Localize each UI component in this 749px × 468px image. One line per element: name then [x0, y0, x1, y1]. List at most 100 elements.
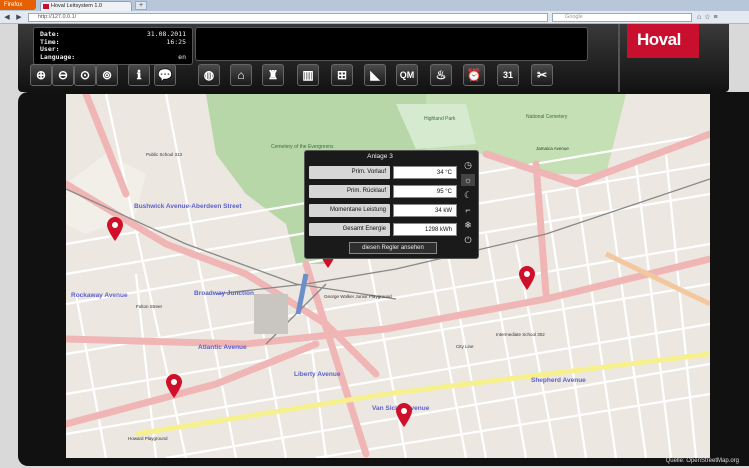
info-button[interactable]: ℹ: [128, 64, 150, 86]
stamp-icon: ♜: [267, 68, 279, 82]
settings-tools-icon: ✂: [536, 68, 548, 82]
new-tab-button[interactable]: +: [135, 1, 147, 10]
globe-button[interactable]: ◍: [198, 64, 220, 86]
popup-row-gesamt-energie: Gesamt Energie 1298 kWh: [309, 223, 459, 236]
bar-chart-button[interactable]: ▥: [297, 64, 319, 86]
map-label-shepherd: Shepherd Avenue: [531, 377, 586, 384]
chat-icon: 💬: [157, 68, 173, 82]
moon-icon[interactable]: ☾: [461, 189, 475, 201]
zoom-out-button[interactable]: ⊖: [52, 64, 74, 86]
map-label-broadway-junction: Broadway Junction: [194, 290, 254, 297]
menu-icon[interactable]: ≡: [714, 14, 721, 21]
tap-icon[interactable]: ⌐: [461, 204, 475, 216]
calendar-button[interactable]: 31: [497, 64, 519, 86]
network-button[interactable]: ⊞: [331, 64, 353, 86]
zoom-out-icon: ⊖: [57, 68, 69, 82]
plant-info-popup: Anlage 3 Prim. Vorlauf 34 °C Prim. Rückl…: [304, 150, 479, 259]
qm-icon: QM: [399, 70, 415, 80]
info-label: Language:: [40, 52, 76, 61]
zoom-reset-button[interactable]: ⊚: [96, 64, 118, 86]
map-label-george-walker: George Walker Junior Playground: [324, 294, 392, 299]
clock-icon[interactable]: ◷: [461, 159, 475, 171]
qm-button[interactable]: QM: [396, 64, 418, 86]
zoom-reset-icon: ⊚: [101, 68, 113, 82]
home-button[interactable]: ⌂: [230, 64, 252, 86]
popup-value: 34 °C: [393, 166, 457, 179]
browser-tab-bar: Firefox Hoval Leitsystem 1.0 +: [0, 0, 749, 11]
sun-icon[interactable]: ☼: [461, 174, 475, 186]
popup-label: Prim. Vorlauf: [309, 166, 390, 179]
globe-icon: ◍: [203, 68, 215, 82]
map-view[interactable]: Bushwick Avenue-Aberdeen Street Rockaway…: [66, 94, 710, 458]
browser-tab-title: Hoval Leitsystem 1.0: [51, 3, 103, 9]
map-label-jamaica-avenue: Jamaica Avenue: [536, 146, 569, 151]
map-label-howard-playground: Howard Playground: [128, 436, 168, 441]
browser-tab[interactable]: Hoval Leitsystem 1.0: [40, 1, 132, 11]
settings-tools-button[interactable]: ✂: [531, 64, 553, 86]
popup-row-prim-ruecklauf: Prim. Rücklauf 95 °C: [309, 185, 459, 198]
map-label-fulton-street: Fulton Street: [136, 304, 162, 309]
map-label-intermediate-school: Intermediate School 302: [496, 332, 545, 337]
hoval-favicon-icon: [43, 4, 49, 9]
url-text: http://127.0.0.1/: [38, 14, 77, 20]
alarm-clock-icon: ⏰: [466, 68, 482, 82]
app-header: Date: 31.08.2011 Time: 16:25 User: Langu…: [18, 24, 729, 92]
popup-label: Momentane Leistung: [309, 204, 390, 217]
location-marker-icon[interactable]: [107, 217, 123, 241]
location-marker-icon[interactable]: [519, 266, 535, 290]
firefox-menu-button[interactable]: Firefox: [0, 0, 36, 10]
solar-button[interactable]: ◣: [364, 64, 386, 86]
view-controller-button[interactable]: diesen Regler ansehen: [349, 242, 437, 254]
power-icon[interactable]: ⏻: [461, 234, 475, 246]
calendar-icon: 31: [502, 70, 513, 80]
logo-text: Hoval: [637, 30, 681, 49]
boiler-icon: ♨: [435, 68, 447, 82]
zoom-fit-button[interactable]: ⊙: [74, 64, 96, 86]
info-icon: ℹ: [136, 68, 142, 82]
forward-arrow-icon[interactable]: ▶: [14, 13, 24, 22]
network-icon: ⊞: [336, 68, 348, 82]
stamp-button[interactable]: ♜: [262, 64, 284, 86]
map-label-atlantic: Atlantic Avenue: [198, 344, 247, 351]
map-label-public-school: Public School 313: [146, 152, 183, 157]
bar-chart-icon: ▥: [302, 68, 314, 82]
search-input[interactable]: Google: [552, 13, 692, 22]
popup-value: 34 kW: [393, 204, 457, 217]
popup-label: Prim. Rücklauf: [309, 185, 390, 198]
map-attribution: Quelle: OpenStreetMap.org: [665, 458, 739, 464]
bookmark-icon[interactable]: ☆: [704, 14, 713, 21]
search-placeholder: Google: [565, 14, 583, 20]
message-panel: [195, 27, 588, 61]
zoom-in-button[interactable]: ⊕: [30, 64, 52, 86]
map-label-national-cemetery: National Cemetery: [526, 114, 568, 120]
map-label-highland-park: Highland Park: [424, 116, 456, 122]
alarm-clock-button[interactable]: ⏰: [463, 64, 485, 86]
map-label-bushwick: Bushwick Avenue-Aberdeen Street: [134, 203, 242, 210]
browser-nav-bar: ◀ ▶ http://127.0.0.1/ Google ⌂☆≡: [0, 11, 749, 24]
location-marker-icon[interactable]: [396, 403, 412, 427]
browser-toolbar-icons: ⌂☆≡: [697, 13, 721, 21]
popup-value: 95 °C: [393, 185, 457, 198]
chat-button[interactable]: 💬: [154, 64, 176, 86]
info-row-language: Language: en: [40, 52, 186, 62]
url-bar[interactable]: http://127.0.0.1/: [28, 13, 548, 22]
info-value: 16:25: [166, 37, 186, 46]
popup-value: 1298 kWh: [393, 223, 457, 236]
boiler-button[interactable]: ♨: [430, 64, 452, 86]
popup-row-prim-vorlauf: Prim. Vorlauf 34 °C: [309, 166, 459, 179]
popup-title: Anlage 3: [367, 153, 393, 160]
snowflake-icon[interactable]: ❄: [461, 219, 475, 231]
map-label-rockaway: Rockaway Avenue: [71, 292, 128, 299]
hoval-logo: Hoval: [627, 24, 699, 58]
info-row-date: Date: 31.08.2011: [40, 30, 186, 39]
popup-label: Gesamt Energie: [309, 223, 390, 236]
map-label-liberty: Liberty Avenue: [294, 371, 341, 378]
info-row-time: Time: 16:25: [40, 37, 186, 47]
map-streets: [66, 94, 710, 458]
back-arrow-icon[interactable]: ◀: [2, 13, 12, 22]
info-value: en: [178, 52, 186, 61]
location-marker-icon[interactable]: [166, 374, 182, 398]
zoom-fit-icon: ⊙: [79, 68, 91, 82]
zoom-in-icon: ⊕: [35, 68, 47, 82]
solar-icon: ◣: [370, 68, 380, 82]
